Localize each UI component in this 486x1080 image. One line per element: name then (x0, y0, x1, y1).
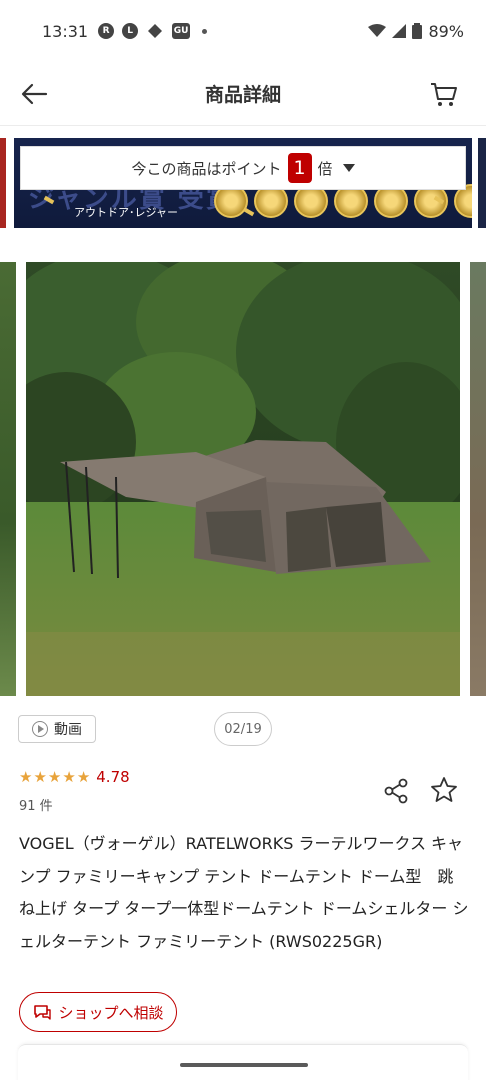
star-outline-icon[interactable] (429, 775, 459, 805)
notification-dot (202, 28, 208, 34)
banner-subtitle: アウトドア･レジャー (74, 206, 178, 219)
battery-icon (412, 23, 423, 39)
diamond-icon (146, 23, 164, 39)
wifi-icon (368, 24, 387, 37)
page-title: 商品詳細 (204, 84, 281, 106)
video-button[interactable]: 動画 (18, 715, 96, 743)
point-unit: 倍 (317, 159, 333, 178)
promo-banner-area: ジャンル賞 受賞 アウトドア･レジャー 今この商品はポイント 1 倍 (0, 138, 486, 230)
next-section-card (18, 1044, 468, 1080)
rating-score: 4.78 (96, 768, 130, 786)
shop-consult-button[interactable]: ショップへ相談 (19, 992, 177, 1032)
review-count[interactable]: 91 件 (19, 795, 53, 814)
product-image-carousel[interactable] (0, 262, 486, 696)
next-image-peek[interactable] (470, 262, 486, 696)
status-bar: 13:31 R L GU 89% (0, 0, 486, 62)
gu-icon: GU (172, 23, 191, 39)
star-icon: ★ (76, 767, 91, 786)
point-multiplier-selector[interactable]: 今この商品はポイント 1 倍 (20, 146, 466, 190)
caret-down-icon (342, 164, 355, 172)
point-multiplier-badge: 1 (287, 153, 312, 183)
shop-consult-label: ショップへ相談 (58, 1003, 164, 1022)
play-icon (32, 721, 48, 737)
star-icon: ★ (33, 767, 47, 786)
battery-level: 89% (428, 21, 464, 41)
point-text: 今この商品はポイント (131, 159, 282, 178)
star-icon: ★ (19, 767, 33, 786)
rating[interactable]: ★ ★ ★ ★ ★ 4.78 (19, 768, 130, 786)
video-label: 動画 (54, 722, 82, 738)
product-image[interactable] (26, 262, 460, 696)
product-title: VOGEL（ヴォーゲル）RATELWORKS ラーテルワークス キャンプ ファミ… (19, 834, 469, 951)
signal-icon (392, 24, 407, 38)
chat-icon (34, 1005, 52, 1020)
banner-prev-edge (0, 138, 6, 228)
prev-image-peek[interactable] (0, 262, 16, 696)
share-icon[interactable] (382, 777, 410, 805)
arrow-left-icon[interactable] (18, 78, 50, 110)
rating-stars: ★ ★ ★ ★ ★ (19, 767, 91, 786)
banner-next-edge (478, 138, 486, 228)
star-icon: ★ (47, 767, 62, 786)
cart-icon[interactable] (428, 78, 460, 110)
image-counter: 02/19 (214, 712, 272, 746)
app-bar: 商品詳細 (0, 62, 486, 126)
star-icon: ★ (62, 767, 76, 786)
status-time: 13:31 (42, 21, 89, 41)
gesture-nav-bar[interactable] (180, 1063, 308, 1067)
rakuten-icon: R (98, 23, 115, 39)
line-icon: L (122, 23, 139, 39)
